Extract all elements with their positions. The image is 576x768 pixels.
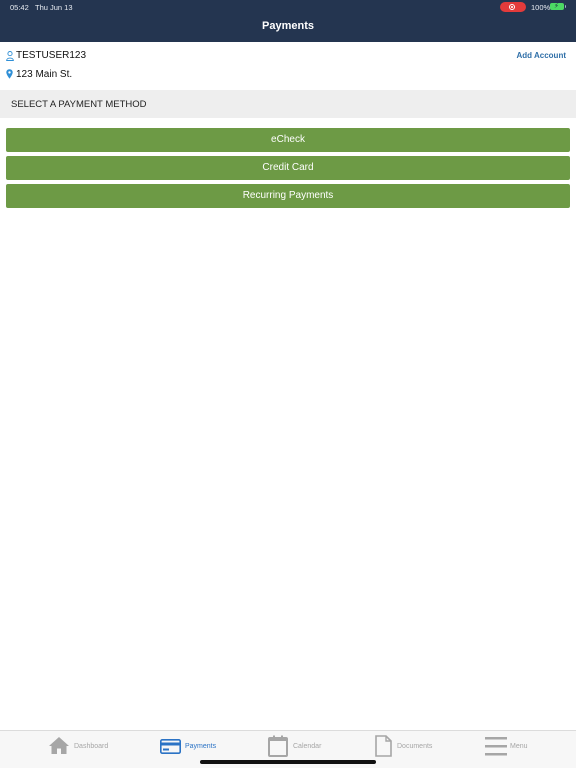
recurring-payments-button[interactable]: Recurring Payments: [6, 184, 570, 208]
tab-payments[interactable]: Payments: [158, 731, 228, 763]
calendar-icon: [268, 735, 288, 757]
status-date: Thu Jun 13: [35, 3, 73, 12]
tab-documents[interactable]: Documents: [373, 731, 443, 763]
account-row: TESTUSER123 Add Account: [0, 46, 576, 66]
document-icon: [375, 735, 392, 757]
echeck-button[interactable]: eCheck: [6, 128, 570, 152]
map-pin-icon: [6, 69, 13, 79]
credit-card-icon: [160, 739, 181, 754]
tab-payments-label: Payments: [185, 743, 217, 750]
menu-icon: [485, 737, 507, 756]
home-icon: [49, 737, 69, 754]
status-time: 05:42: [10, 3, 29, 12]
page-title: Payments: [262, 20, 314, 32]
credit-card-button[interactable]: Credit Card: [6, 156, 570, 180]
home-indicator[interactable]: [200, 760, 376, 764]
account-username: TESTUSER123: [16, 50, 87, 61]
add-account-link[interactable]: Add Account: [517, 51, 566, 60]
battery-charging-icon: ⚡: [550, 3, 566, 10]
section-title: SELECT A PAYMENT METHOD: [11, 99, 147, 110]
user-icon: [6, 51, 14, 61]
tab-documents-label: Documents: [397, 743, 433, 750]
tab-dashboard-label: Dashboard: [74, 743, 109, 750]
tab-calendar[interactable]: Calendar: [266, 731, 336, 763]
tab-menu-label: Menu: [510, 743, 528, 750]
tab-calendar-label: Calendar: [293, 743, 322, 750]
account-address: 123 Main St.: [16, 69, 73, 80]
screen-record-icon[interactable]: [500, 2, 526, 12]
tab-dashboard[interactable]: Dashboard: [46, 731, 116, 763]
section-header: SELECT A PAYMENT METHOD: [0, 90, 576, 118]
battery-percentage: 100%: [531, 3, 551, 12]
top-navigation-bar: 05:42 Thu Jun 13 100% ⚡ Payments: [0, 0, 576, 42]
address-row: 123 Main St.: [0, 66, 576, 84]
tab-menu[interactable]: Menu: [483, 731, 533, 763]
